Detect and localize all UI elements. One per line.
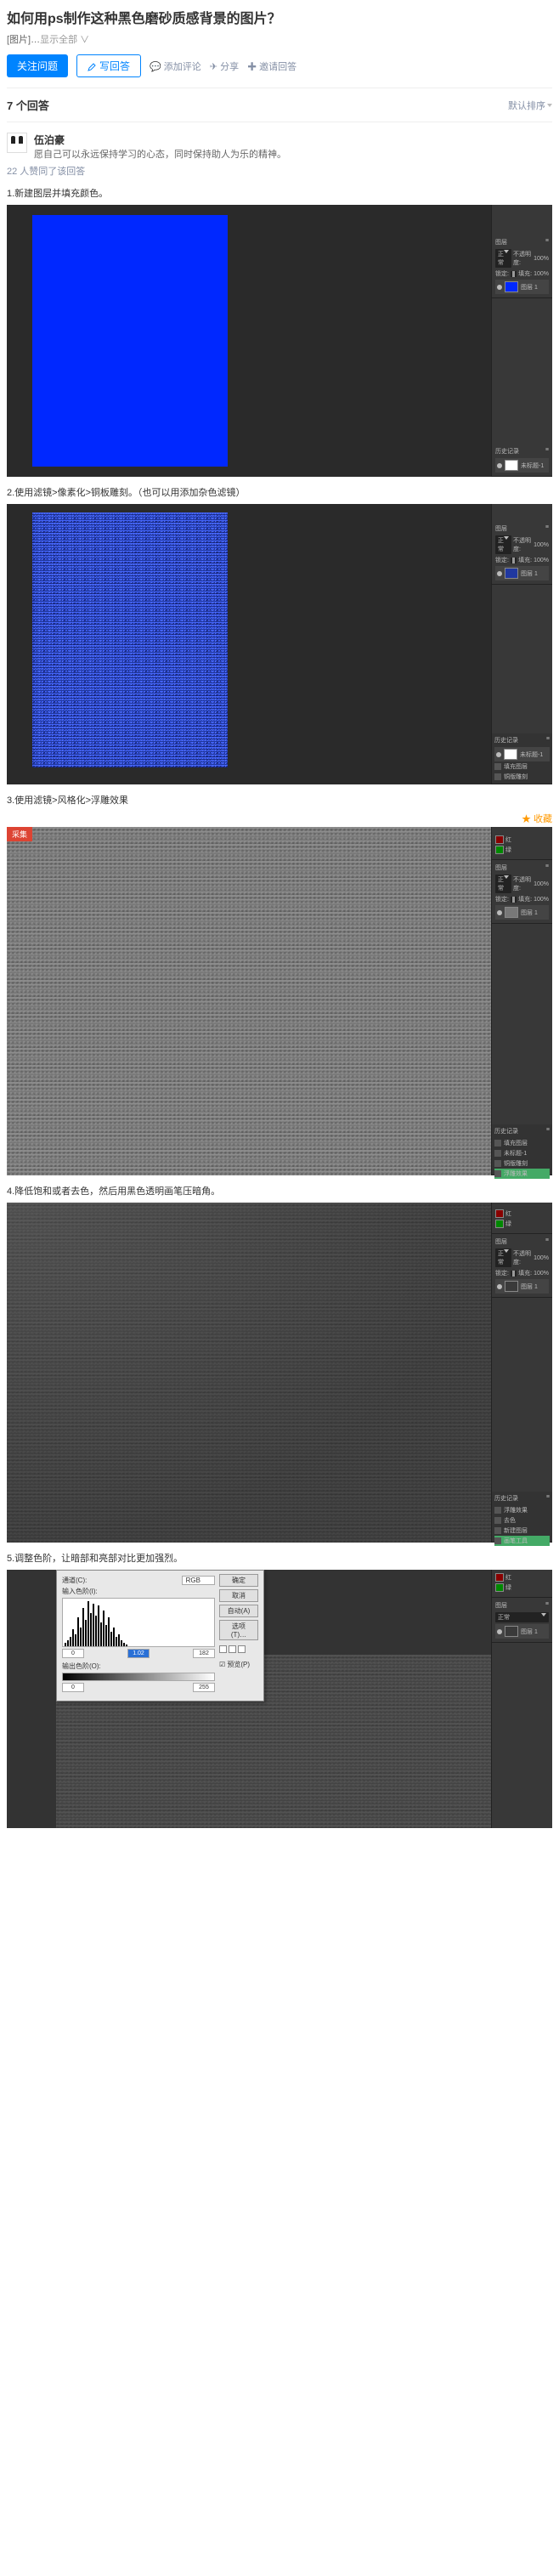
level-mid-input[interactable]: 1.02 (127, 1649, 150, 1658)
step-text: 1.新建图层并填充颜色。 (7, 186, 552, 200)
options-button[interactable]: 选项(T)… (219, 1620, 258, 1640)
screenshot-1: 图层≡ 正常不透明度:100% 锁定:填充:100% 图层 1 历史记录≡ 未标… (7, 205, 552, 477)
answers-count: 7 个回答 (7, 97, 49, 113)
pencil-icon (88, 62, 96, 71)
follow-button[interactable]: 关注问题 (7, 54, 68, 77)
eyedropper-white-icon[interactable] (238, 1645, 246, 1653)
author-block: 伍泊豪 愿自己可以永远保持学习的心态，同时保持助人为乐的精神。 (7, 133, 552, 161)
toolbar: 关注问题 写回答 💬 添加评论 ✈ 分享 ✚ 邀请回答 (7, 54, 552, 88)
sort-dropdown[interactable]: 默认排序 (508, 99, 552, 112)
output-shadow-input[interactable]: 0 (62, 1683, 84, 1692)
chevron-down-icon (547, 104, 552, 107)
screenshot-3: 采集 红 绿 图层≡ 正常不透明度:100% 锁定:填充:100% 图层 1 历… (7, 827, 552, 1175)
screenshot-5: 确定 取消 自动(A) 选项(T)… ☑ 预览(P) 通道(C):RGB 输入色… (7, 1570, 552, 1828)
levels-dialog: 确定 取消 自动(A) 选项(T)… ☑ 预览(P) 通道(C):RGB 输入色… (56, 1570, 264, 1701)
level-highlight-input[interactable]: 182 (193, 1649, 215, 1658)
eyedropper-gray-icon[interactable] (229, 1645, 236, 1653)
canvas-blue-fill (32, 215, 228, 467)
layer-row[interactable]: 图层 1 (495, 566, 549, 580)
likes-count: 22 人赞同了该回答 (7, 164, 552, 178)
preview-checkbox[interactable]: ☑ 预览(P) (219, 1660, 258, 1669)
share-link[interactable]: ✈ 分享 (210, 59, 239, 73)
screenshot-4: 红 绿 图层≡ 正常不透明度:100% 锁定:填充:100% 图层 1 历史记录… (7, 1203, 552, 1543)
step-text: 2.使用滤镜>像素化>铜板雕刻。（也可以用添加杂色滤镜） (7, 485, 552, 499)
avatar[interactable] (7, 133, 27, 153)
write-answer-button[interactable]: 写回答 (76, 54, 141, 77)
layer-row[interactable]: 图层 1 (495, 905, 549, 920)
eyedropper-black-icon[interactable] (219, 1645, 227, 1653)
ok-button[interactable]: 确定 (219, 1574, 258, 1587)
question-title: 如何用ps制作这种黑色磨砂质感背景的图片？ (7, 7, 552, 27)
author-bio: 愿自己可以永远保持学习的心态，同时保持助人为乐的精神。 (34, 147, 286, 161)
auto-button[interactable]: 自动(A) (219, 1605, 258, 1617)
step-text: 4.降低饱和或者去色，然后用黑色透明画笔压暗角。 (7, 1184, 552, 1197)
author-name[interactable]: 伍泊豪 (34, 133, 286, 147)
step-text: 3.使用滤镜>风格化>浮雕效果 (7, 793, 552, 807)
expand-link[interactable]: 显示全部 ∨ (40, 35, 89, 45)
comment-link[interactable]: 💬 添加评论 (150, 59, 201, 73)
screenshot-2: 图层≡ 正常不透明度:100% 锁定:填充:100% 图层 1 历史记录≡ 未标… (7, 504, 552, 784)
cancel-button[interactable]: 取消 (219, 1589, 258, 1602)
question-subtitle: [图片]…显示全部 ∨ (7, 32, 552, 46)
ps-right-panel: 图层≡ 正常不透明度:100% 锁定:填充:100% 图层 1 历史记录≡ 未标… (491, 205, 552, 477)
layer-row[interactable]: 图层 1 (495, 280, 549, 294)
step-text: 5.调整色阶，让暗部和亮部对比更加强烈。 (7, 1551, 552, 1565)
histogram (62, 1598, 215, 1647)
invite-link[interactable]: ✚ 邀请回答 (247, 59, 296, 73)
level-shadow-input[interactable]: 0 (62, 1649, 84, 1658)
collect-tag[interactable]: 采集 (7, 827, 32, 841)
output-highlight-input[interactable]: 255 (193, 1683, 215, 1692)
favorite-link[interactable]: ★ 收藏 (7, 812, 552, 825)
output-gradient[interactable] (62, 1673, 215, 1681)
layer-row[interactable]: 图层 1 (495, 1279, 549, 1294)
